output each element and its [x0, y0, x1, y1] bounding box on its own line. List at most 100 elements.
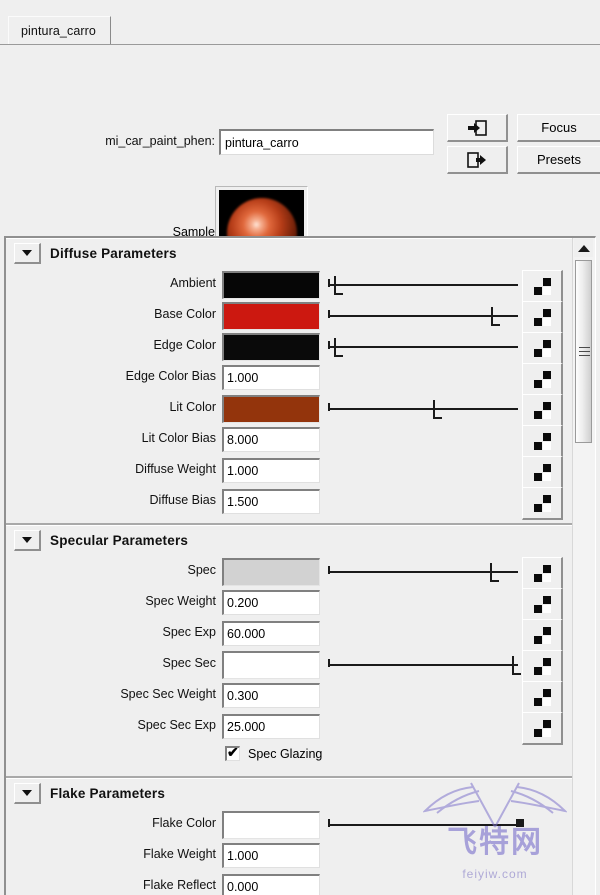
- checker-map-icon: [533, 432, 551, 450]
- checker-map-icon: [533, 688, 551, 706]
- color-swatch[interactable]: [222, 558, 320, 586]
- map-button[interactable]: [522, 650, 563, 683]
- checker-map-icon: [533, 657, 551, 675]
- slider-thumb[interactable]: [491, 307, 501, 326]
- checkbox-row[interactable]: ✔ Spec Glazing: [6, 742, 573, 770]
- checker-map-icon: [533, 564, 551, 582]
- checker-map-icon: [533, 719, 551, 737]
- param-label: Flake Color: [152, 816, 216, 830]
- param-row: Lit Color: [6, 393, 573, 427]
- checker-map-icon: [533, 277, 551, 295]
- rollout-collapse-button[interactable]: [14, 529, 41, 551]
- slider-track: [328, 664, 518, 666]
- rollout-collapse-button[interactable]: [14, 782, 41, 804]
- check-icon: ✔: [227, 744, 239, 760]
- number-input[interactable]: 0.300: [222, 683, 320, 708]
- param-row: Diffuse Weight 1.000: [6, 455, 573, 489]
- map-button[interactable]: [522, 712, 563, 745]
- map-button[interactable]: [522, 681, 563, 714]
- map-button[interactable]: [522, 301, 563, 334]
- number-value: 1.500: [227, 495, 259, 509]
- map-button[interactable]: [522, 363, 563, 396]
- panel-scrollbar[interactable]: [572, 238, 595, 895]
- checker-map-icon: [533, 595, 551, 613]
- rollout-header[interactable]: Flake Parameters: [6, 778, 573, 807]
- slider-track: [328, 284, 518, 286]
- number-input[interactable]: 8.000: [222, 427, 320, 452]
- rollout-collapse-button[interactable]: [14, 242, 41, 264]
- rollout-body: Flake Color Flake Weight 1.000 Flake Reflec…: [6, 807, 573, 895]
- checker-map-icon: [533, 626, 551, 644]
- presets-button[interactable]: Presets: [517, 146, 600, 174]
- slider-start-cap: [328, 279, 330, 287]
- param-row: Edge Color Bias 1.000: [6, 362, 573, 396]
- number-input[interactable]: 0.200: [222, 590, 320, 615]
- color-swatch[interactable]: [222, 302, 320, 330]
- slider-track: [328, 824, 518, 826]
- param-label: Spec: [187, 563, 217, 577]
- slider-track: [328, 315, 518, 317]
- rollout-container: Diffuse Parameters Ambient Base Color Edge …: [6, 238, 573, 895]
- slider-thumb[interactable]: [512, 656, 522, 675]
- slider-thumb[interactable]: [516, 819, 525, 827]
- map-button[interactable]: [522, 487, 563, 520]
- number-input[interactable]: 60.000: [222, 621, 320, 646]
- param-slider[interactable]: [328, 271, 518, 299]
- put-material-button[interactable]: [447, 146, 508, 174]
- number-value: 0.000: [227, 880, 259, 894]
- param-slider[interactable]: [328, 558, 518, 586]
- color-swatch[interactable]: [222, 811, 320, 839]
- param-label: Base Color: [154, 307, 216, 321]
- tab-pintura-carro[interactable]: pintura_carro: [8, 16, 111, 45]
- focus-button[interactable]: Focus: [517, 114, 600, 142]
- slider-thumb[interactable]: [489, 563, 499, 582]
- param-label: Flake Reflect: [143, 878, 216, 892]
- map-button[interactable]: [522, 270, 563, 303]
- color-swatch[interactable]: [222, 333, 320, 361]
- rollout-body: Ambient Base Color Edge Color Edge Color Bi…: [6, 267, 573, 523]
- get-material-button[interactable]: [447, 114, 508, 142]
- map-button[interactable]: [522, 557, 563, 590]
- slider-thumb[interactable]: [333, 338, 343, 357]
- slider-thumb[interactable]: [432, 400, 442, 419]
- map-button[interactable]: [522, 456, 563, 489]
- slider-start-cap: [328, 403, 330, 411]
- param-label: Spec Exp: [162, 625, 216, 639]
- param-slider[interactable]: [328, 302, 518, 330]
- number-input[interactable]: 25.000: [222, 714, 320, 739]
- param-slider[interactable]: [328, 395, 518, 423]
- param-slider[interactable]: [328, 333, 518, 361]
- param-slider[interactable]: [328, 811, 525, 839]
- material-name-input[interactable]: pintura_carro: [219, 129, 434, 155]
- chevron-down-icon: [22, 536, 32, 543]
- param-label: Flake Weight: [143, 847, 216, 861]
- number-input[interactable]: 1.000: [222, 365, 320, 390]
- scrollbar-thumb[interactable]: [575, 260, 592, 443]
- param-slider[interactable]: [328, 651, 522, 679]
- material-name-value: pintura_carro: [225, 135, 299, 150]
- number-input[interactable]: 1.000: [222, 458, 320, 483]
- number-value: 1.000: [227, 371, 259, 385]
- color-swatch[interactable]: [222, 271, 320, 299]
- scrollbar-up-button[interactable]: [574, 239, 593, 257]
- number-input[interactable]: 0.000: [222, 874, 320, 895]
- number-input[interactable]: 1.500: [222, 489, 320, 514]
- number-input[interactable]: 1.000: [222, 843, 320, 868]
- map-button[interactable]: [522, 425, 563, 458]
- color-swatch[interactable]: [222, 395, 320, 423]
- map-button[interactable]: [522, 588, 563, 621]
- tab-strip: pintura_carro: [0, 0, 600, 48]
- param-row: Flake Weight 1.000: [6, 840, 573, 871]
- attribute-editor-window: { "window": { "tab_label": "pintura_carr…: [0, 0, 600, 895]
- rollout-header[interactable]: Specular Parameters: [6, 525, 573, 554]
- map-button[interactable]: [522, 332, 563, 365]
- param-label: Diffuse Weight: [135, 462, 216, 476]
- color-swatch[interactable]: [222, 651, 320, 679]
- param-row: Base Color: [6, 300, 573, 334]
- rollout-header[interactable]: Diffuse Parameters: [6, 238, 573, 267]
- map-button[interactable]: [522, 394, 563, 427]
- rollout-title: Flake Parameters: [50, 785, 166, 801]
- map-button[interactable]: [522, 619, 563, 652]
- param-label: Edge Color Bias: [125, 369, 216, 383]
- slider-thumb[interactable]: [333, 276, 343, 295]
